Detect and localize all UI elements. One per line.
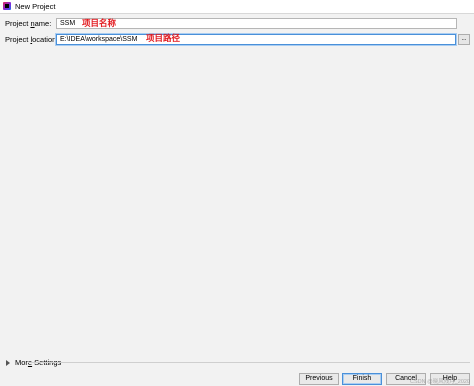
more-settings-divider: [28, 362, 470, 363]
window-title: New Project: [15, 2, 56, 11]
finish-button[interactable]: Finish: [342, 373, 382, 385]
title-bar: New Project: [0, 0, 474, 13]
project-name-label: Project name:: [5, 19, 52, 28]
project-location-annotation: 项目路径: [146, 34, 181, 44]
previous-button[interactable]: Previous: [299, 373, 339, 385]
project-name-annotation: 项目名称: [82, 19, 117, 29]
watermark: CSDN @晓风残月_2020: [410, 379, 470, 385]
title-divider: [0, 13, 474, 14]
project-location-label: Project location:: [5, 35, 59, 44]
project-name-input[interactable]: SSM: [56, 18, 457, 29]
project-location-input[interactable]: E:\IDEA\workspace\SSM: [56, 34, 456, 45]
expand-arrow-icon: [6, 360, 10, 367]
intellij-app-icon: [3, 2, 11, 10]
browse-button[interactable]: ...: [458, 34, 470, 45]
